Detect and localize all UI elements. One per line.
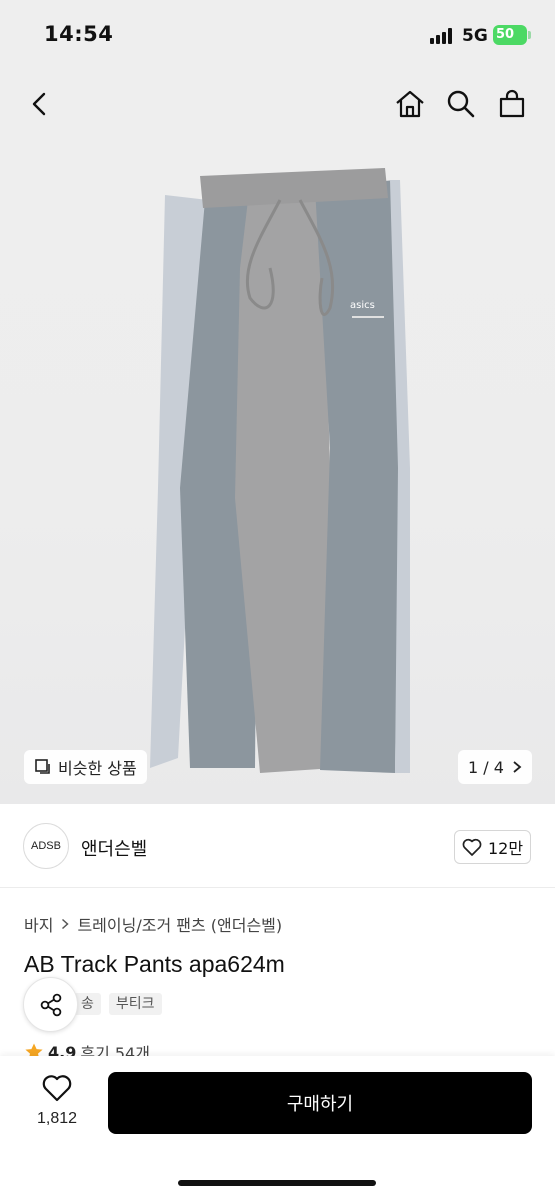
image-pager[interactable]: 1 / 4 — [458, 750, 532, 784]
similar-products-label: 비슷한 상품 — [58, 759, 137, 778]
similar-products-button[interactable]: 비슷한 상품 — [24, 750, 147, 784]
buy-button-label: 구매하기 — [286, 1094, 354, 1115]
shop-logo-text: ADSB — [31, 840, 61, 852]
bottom-action-bar: 1,812 구매하기 — [0, 1056, 555, 1200]
heart-icon — [42, 1075, 72, 1102]
signal-icon — [430, 28, 454, 44]
status-time: 14:54 — [44, 22, 114, 46]
chevron-right-icon — [513, 761, 522, 773]
share-icon — [40, 993, 61, 1016]
heart-icon — [462, 838, 482, 856]
battery-icon: 50 — [493, 25, 531, 45]
chevron-right-icon — [62, 918, 70, 930]
share-button[interactable] — [23, 977, 78, 1032]
pager-text: 1 / 4 — [468, 757, 504, 777]
home-icon[interactable] — [394, 88, 426, 120]
wishlist-button[interactable]: 1,812 — [30, 1074, 84, 1128]
shop-logo[interactable]: ADSB — [23, 823, 69, 869]
product-tags: 송 부티크 — [74, 993, 162, 1015]
breadcrumb-category[interactable]: 바지 — [24, 912, 53, 936]
back-icon[interactable] — [24, 88, 56, 120]
tag-item: 송 — [74, 993, 101, 1015]
shopping-bag-icon[interactable] — [496, 88, 528, 120]
breadcrumb: 바지 트레이닝/조거 팬츠 (앤더슨벨) — [24, 912, 282, 936]
shop-like-count: 12만 — [487, 839, 524, 858]
wishlist-count: 1,812 — [36, 1110, 78, 1127]
pants-image: asics — [150, 168, 410, 773]
status-bar: 14:54 5G 50 — [0, 0, 555, 68]
tag-item: 부티크 — [108, 993, 162, 1015]
copy-icon — [35, 759, 50, 774]
shop-row: ADSB 앤더슨벨 12만 — [0, 804, 555, 888]
svg-text:asics: asics — [350, 300, 375, 311]
product-title: AB Track Pants apa624m — [24, 951, 285, 977]
shop-name[interactable]: 앤더슨벨 — [81, 835, 147, 861]
battery-level: 50 — [496, 27, 515, 42]
product-image[interactable]: asics 비슷한 상품 1 / 4 — [0, 68, 555, 804]
search-icon[interactable] — [445, 88, 477, 120]
home-indicator — [178, 1180, 376, 1186]
network-label: 5G — [462, 26, 488, 46]
breadcrumb-subcategory[interactable]: 트레이닝/조거 팬츠 (앤더슨벨) — [77, 912, 282, 936]
buy-button[interactable]: 구매하기 — [108, 1072, 532, 1134]
shop-like-button[interactable]: 12만 — [454, 830, 531, 864]
